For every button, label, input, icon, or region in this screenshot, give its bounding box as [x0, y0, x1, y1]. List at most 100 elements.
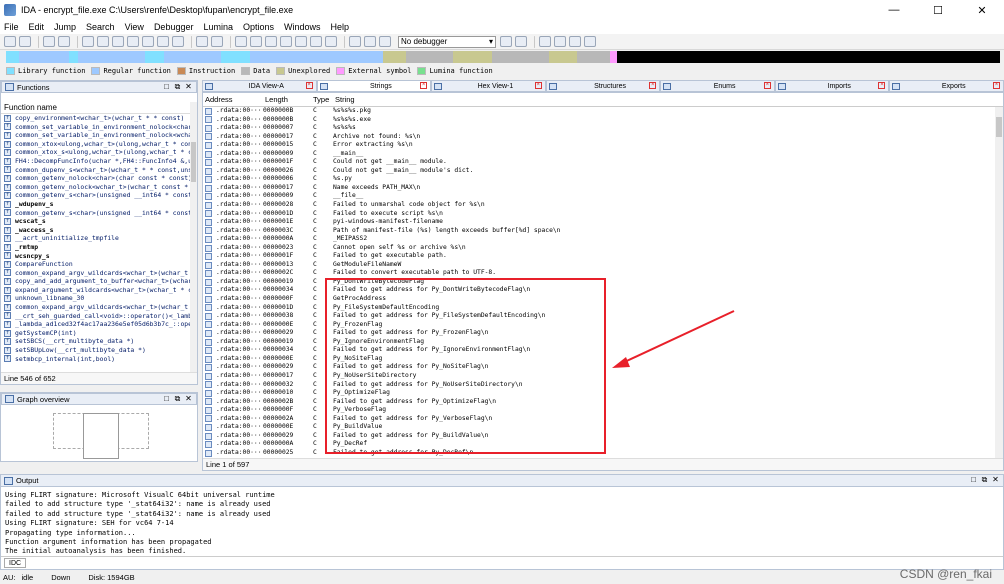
lumina-push-icon[interactable] — [554, 36, 566, 47]
string-row[interactable]: .rdata:00··· 0000002A C Failed to get addre… — [203, 415, 1003, 424]
settings-icon[interactable] — [584, 36, 596, 47]
down-icon[interactable] — [142, 36, 154, 47]
function-row[interactable]: f CompareFunction — [1, 260, 197, 269]
tab-structures[interactable]: Structures × — [545, 80, 661, 92]
text-icon[interactable] — [172, 36, 184, 47]
string-column-header[interactable]: String — [333, 93, 1003, 106]
idc-button[interactable]: IDC — [4, 558, 27, 568]
pause-icon[interactable] — [364, 36, 376, 47]
minimize-button[interactable]: — — [872, 0, 916, 20]
binary-icon[interactable] — [112, 36, 124, 47]
lumina-diff-icon[interactable] — [569, 36, 581, 47]
string-row[interactable]: .rdata:00··· 0000000A C Py_DecRef — [203, 440, 1003, 449]
function-row[interactable]: f copy_and_add_argument_to_buffer<wchar_t… — [1, 277, 197, 286]
string-row[interactable]: .rdata:00··· 00000034 C Failed to get addre… — [203, 346, 1003, 355]
stop-icon[interactable] — [379, 36, 391, 47]
string-icon[interactable] — [265, 36, 277, 47]
forward-icon[interactable] — [58, 36, 70, 47]
string-row[interactable]: .rdata:00··· 00000029 C Failed to get addre… — [203, 363, 1003, 372]
menu-item-jump[interactable]: Jump — [54, 22, 76, 32]
string-row[interactable]: .rdata:00··· 00000017 C Archive not found: … — [203, 133, 1003, 142]
string-row[interactable]: .rdata:00··· 00000010 C Py_OptimizeFlag — [203, 389, 1003, 398]
array-icon[interactable] — [280, 36, 292, 47]
open-icon[interactable] — [4, 36, 16, 47]
debugger-select[interactable]: No debugger — [398, 35, 496, 48]
lumina-pull-icon[interactable] — [539, 36, 551, 47]
function-row[interactable]: f common_set_variable_in_environment_nolo… — [1, 123, 197, 132]
function-row[interactable]: f common_expand_argv_wildcards<wchar_t>(w… — [1, 269, 197, 278]
panel-restore-icon[interactable]: □ — [161, 394, 172, 404]
function-row[interactable]: f _lambda_ad1ced32f4ac17aa236e5ef05d6b3b7… — [1, 320, 197, 329]
length-column-header[interactable]: Length — [261, 93, 309, 106]
string-row[interactable]: .rdata:00··· 0000001D C Failed to execute s… — [203, 210, 1003, 219]
navigation-band[interactable] — [6, 51, 1000, 63]
string-row[interactable]: .rdata:00··· 00000038 C Failed to get addre… — [203, 312, 1003, 321]
string-row[interactable]: .rdata:00··· 0000002B C Failed to get addre… — [203, 398, 1003, 407]
strings-scrollbar[interactable] — [995, 107, 1003, 459]
string-row[interactable]: .rdata:00··· 00000007 C %s%s%s — [203, 124, 1003, 133]
find-icon[interactable] — [157, 36, 169, 47]
function-name-column-header[interactable]: Function name — [1, 101, 197, 114]
debug-attach-icon[interactable] — [500, 36, 512, 47]
string-row[interactable]: .rdata:00··· 00000017 C Py_NoUserSiteDirect… — [203, 372, 1003, 381]
string-row[interactable]: .rdata:00··· 00000029 C Failed to get addre… — [203, 432, 1003, 441]
code-icon[interactable] — [235, 36, 247, 47]
menu-item-file[interactable]: File — [4, 22, 19, 32]
tab-strings[interactable]: Strings × — [316, 80, 432, 92]
tab-enums[interactable]: Enums × — [660, 80, 775, 92]
tab-hex-view-1[interactable]: Hex View-1 × — [431, 80, 546, 92]
function-row[interactable]: f common_getenv_s<char>(unsigned __int64 … — [1, 209, 197, 218]
run-analysis-icon[interactable] — [211, 36, 223, 47]
string-row[interactable]: .rdata:00··· 00000025 C Failed to get addre… — [203, 449, 1003, 458]
panel-float-icon[interactable]: ⧉ — [979, 475, 990, 485]
maximize-button[interactable]: ☐ — [916, 0, 960, 20]
tab-close-icon[interactable]: × — [649, 82, 657, 89]
function-row[interactable]: f unknown_libname_30 — [1, 294, 197, 303]
close-button[interactable]: ✕ — [960, 0, 1004, 20]
function-row[interactable]: f common_set_variable_in_environment_nolo… — [1, 131, 197, 140]
function-row[interactable]: f expand_argument_wildcards<wchar_t>(wcha… — [1, 286, 197, 295]
function-row[interactable]: f _waccess_s — [1, 226, 197, 235]
string-row[interactable]: .rdata:00··· 0000000E C Py_BuildValue — [203, 423, 1003, 432]
string-row[interactable]: .rdata:00··· 00000013 C GetModuleFileNameW — [203, 261, 1003, 270]
string-row[interactable]: .rdata:00··· 00000026 C Could not get __mai… — [203, 167, 1003, 176]
text-search-icon[interactable] — [127, 36, 139, 47]
string-row[interactable]: .rdata:00··· 0000002C C Failed to convert e… — [203, 269, 1003, 278]
tab-close-icon[interactable]: × — [993, 82, 1001, 89]
menu-item-help[interactable]: Help — [331, 22, 350, 32]
graph-overview-thumbnail[interactable] — [83, 413, 119, 459]
tab-ida-view-a[interactable]: IDA View-A × — [202, 80, 317, 92]
menu-item-lumina[interactable]: Lumina — [203, 22, 233, 32]
menu-item-windows[interactable]: Windows — [284, 22, 321, 32]
string-row[interactable]: .rdata:00··· 00000009 C __main__ — [203, 150, 1003, 159]
string-row[interactable]: .rdata:00··· 00000009 C __file__ — [203, 192, 1003, 201]
panel-restore-icon[interactable]: □ — [161, 82, 172, 92]
panel-close-icon[interactable]: ✕ — [183, 394, 194, 404]
function-row[interactable]: f getSystemCP(int) — [1, 329, 197, 338]
string-row[interactable]: .rdata:00··· 00000029 C Failed to get addre… — [203, 329, 1003, 338]
function-row[interactable]: f setSBCS(__crt_multibyte_data *) — [1, 337, 197, 346]
string-row[interactable]: .rdata:00··· 0000001F C Could not get __mai… — [203, 158, 1003, 167]
string-row[interactable]: .rdata:00··· 0000000F C Py_VerboseFlag — [203, 406, 1003, 415]
string-row[interactable]: .rdata:00··· 00000015 C Error extracting %s… — [203, 141, 1003, 150]
string-row[interactable]: .rdata:00··· 0000000E C Py_NoSiteFlag — [203, 355, 1003, 364]
xref-icon[interactable] — [325, 36, 337, 47]
panel-restore-icon[interactable]: □ — [968, 475, 979, 485]
menu-item-view[interactable]: View — [125, 22, 144, 32]
function-row[interactable]: f common_getenv_s<char>(unsigned __int64 … — [1, 191, 197, 200]
string-row[interactable]: .rdata:00··· 00000023 C Cannot open self %s… — [203, 244, 1003, 253]
tab-close-icon[interactable]: × — [420, 82, 428, 89]
function-row[interactable]: f _rmtmp — [1, 243, 197, 252]
tab-exports[interactable]: Exports × — [889, 80, 1004, 92]
save-icon[interactable] — [19, 36, 31, 47]
string-row[interactable]: .rdata:00··· 0000001F C Failed to get execu… — [203, 252, 1003, 261]
function-row[interactable]: f FH4::DecompFuncInfo(uchar *,FH4::FuncIn… — [1, 157, 197, 166]
panel-float-icon[interactable]: ⧉ — [172, 394, 183, 404]
tab-close-icon[interactable]: × — [534, 82, 542, 89]
string-row[interactable]: .rdata:00··· 0000001E Cpyi-windows-manifes… — [203, 218, 1003, 227]
menu-item-edit[interactable]: Edit — [29, 22, 45, 32]
undefine-icon[interactable] — [295, 36, 307, 47]
function-row[interactable]: f common_xtox<ulong,wchar_t>(ulong,wchar_… — [1, 140, 197, 149]
string-row[interactable]: .rdata:00··· 0000001D C Py_FileSystemDefaul… — [203, 304, 1003, 313]
function-row[interactable]: f __acrt_uninitialize_tmpfile — [1, 234, 197, 243]
